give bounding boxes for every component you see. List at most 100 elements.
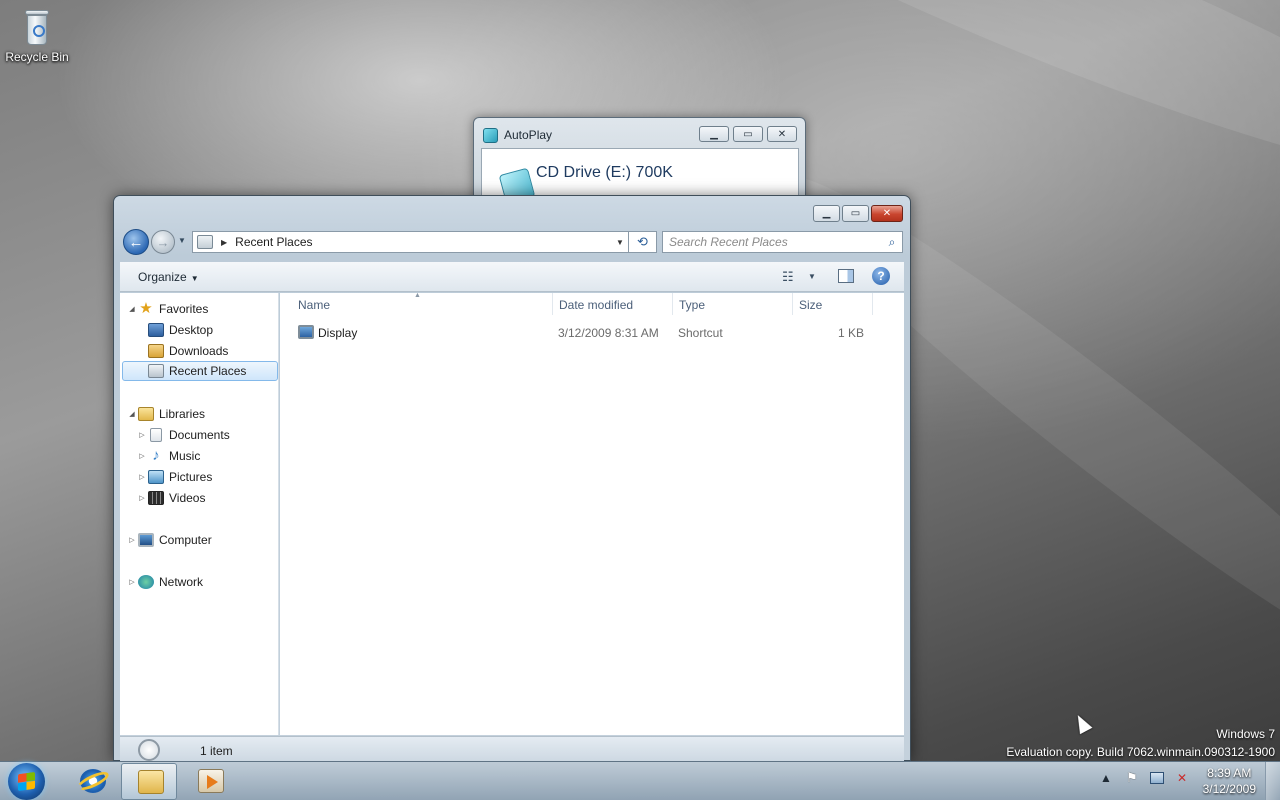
- network-status-icon[interactable]: [1150, 772, 1164, 784]
- documents-icon: [150, 428, 162, 442]
- column-divider[interactable]: [672, 293, 673, 315]
- column-header-name[interactable]: Name: [298, 298, 330, 312]
- column-divider[interactable]: [872, 293, 873, 315]
- refresh-button[interactable]: ⟲: [629, 231, 657, 253]
- nav-label: Videos: [169, 491, 206, 505]
- file-list: ▲ Name Date modified Type Size Display 3…: [280, 292, 904, 735]
- nav-label: Downloads: [169, 344, 229, 358]
- search-input[interactable]: [663, 232, 882, 252]
- autoplay-icon: [483, 128, 498, 143]
- nav-label: Documents: [169, 428, 230, 442]
- folder-icon: [138, 770, 164, 794]
- display-shortcut-icon: [298, 325, 314, 339]
- column-header-type[interactable]: Type: [679, 298, 705, 312]
- music-note-icon: ♪: [152, 447, 160, 464]
- close-button[interactable]: ✕: [767, 126, 797, 142]
- pictures-icon: [148, 470, 164, 484]
- expanded-arrow-icon[interactable]: ◢: [126, 410, 138, 418]
- nav-recent-places[interactable]: Recent Places: [122, 361, 278, 381]
- collapsed-arrow-icon[interactable]: ▷: [126, 578, 138, 586]
- windows-orb-icon: [18, 771, 35, 792]
- view-dropdown-icon[interactable]: ▼: [808, 272, 816, 281]
- taskbar: ▲ ⚑ ✕ 8:39 AM 3/12/2009: [0, 761, 1280, 800]
- autoplay-window[interactable]: AutoPlay ▁ ▭ ✕ CD Drive (E:) 700K: [473, 117, 806, 208]
- star-icon: ★: [139, 300, 153, 317]
- recycle-bin-shortcut[interactable]: Recycle Bin: [4, 6, 70, 64]
- file-type: Shortcut: [678, 326, 723, 340]
- address-dropdown-icon[interactable]: ▼: [612, 238, 628, 247]
- system-clock[interactable]: 8:39 AM 3/12/2009: [1203, 765, 1256, 797]
- column-divider[interactable]: [792, 293, 793, 315]
- minimize-button[interactable]: ▁: [699, 126, 729, 142]
- recent-places-icon: [148, 364, 164, 378]
- nav-computer[interactable]: ▷ Computer: [126, 530, 212, 550]
- minimize-button[interactable]: ▁: [813, 205, 840, 222]
- table-row[interactable]: Display 3/12/2009 8:31 AM Shortcut 1 KB: [280, 323, 904, 343]
- start-button[interactable]: [8, 763, 45, 800]
- autoplay-caption-buttons: ▁ ▭ ✕: [699, 126, 797, 142]
- action-center-flag-icon[interactable]: ⚑: [1124, 770, 1140, 786]
- taskbar-internet-explorer[interactable]: [64, 763, 120, 800]
- libraries-icon: [138, 407, 154, 421]
- nav-music[interactable]: ▷ ♪ Music: [136, 446, 200, 466]
- recycle-bin-label: Recycle Bin: [5, 50, 69, 64]
- mouse-pointer-icon: [1071, 711, 1093, 735]
- network-icon: [138, 575, 154, 589]
- recent-pages-dropdown[interactable]: ▼: [178, 236, 186, 245]
- search-icon[interactable]: ⌕: [882, 235, 902, 250]
- collapsed-arrow-icon[interactable]: ▷: [126, 536, 138, 544]
- breadcrumb-arrow-icon[interactable]: ▶: [221, 238, 227, 247]
- address-bar[interactable]: ▶ Recent Places ▼: [192, 231, 629, 253]
- collapsed-arrow-icon[interactable]: ▷: [136, 431, 148, 439]
- organize-label: Organize: [138, 270, 187, 284]
- clock-date: 3/12/2009: [1202, 782, 1256, 796]
- nav-label: Network: [159, 575, 204, 589]
- maximize-button[interactable]: ▭: [733, 126, 763, 142]
- explorer-window[interactable]: ▁ ▭ ✕ ← → ▼ ▶ Recent Places ▼ ⟲ ⌕ Organi…: [113, 195, 911, 762]
- status-bar: 1 item: [120, 736, 904, 762]
- taskbar-media-player[interactable]: [182, 763, 238, 800]
- back-button[interactable]: ←: [123, 229, 149, 255]
- column-header-date-modified[interactable]: Date modified: [559, 298, 633, 312]
- collapsed-arrow-icon[interactable]: ▷: [136, 452, 148, 460]
- show-hidden-icons-arrow-icon[interactable]: ▲: [1098, 770, 1114, 786]
- maximize-button[interactable]: ▭: [842, 205, 869, 222]
- volume-muted-icon[interactable]: ✕: [1174, 770, 1190, 786]
- nav-downloads[interactable]: Downloads: [148, 341, 228, 361]
- nav-label: Pictures: [169, 470, 213, 484]
- nav-libraries[interactable]: ◢ Libraries: [126, 404, 205, 424]
- change-view-icon[interactable]: ☷: [782, 269, 794, 285]
- nav-favorites[interactable]: ◢ ★ Favorites: [126, 299, 208, 319]
- sort-ascending-icon: ▲: [414, 292, 421, 299]
- nav-network[interactable]: ▷ Network: [126, 572, 203, 592]
- nav-videos[interactable]: ▷ Videos: [136, 488, 205, 508]
- nav-pictures[interactable]: ▷ Pictures: [136, 467, 212, 487]
- nav-documents[interactable]: ▷ Documents: [136, 425, 230, 445]
- column-headers: ▲ Name Date modified Type Size: [280, 292, 904, 315]
- collapsed-arrow-icon[interactable]: ▷: [136, 494, 148, 502]
- nav-label: Computer: [159, 533, 212, 547]
- chevron-down-icon: ▼: [190, 274, 199, 283]
- file-date: 3/12/2009 8:31 AM: [558, 326, 659, 340]
- column-header-size[interactable]: Size: [799, 298, 822, 312]
- collapsed-arrow-icon[interactable]: ▷: [136, 473, 148, 481]
- nav-desktop[interactable]: Desktop: [148, 320, 213, 340]
- nav-label: Music: [169, 449, 201, 463]
- recycle-bin-icon: [22, 8, 52, 48]
- column-divider[interactable]: [552, 293, 553, 315]
- expanded-arrow-icon[interactable]: ◢: [126, 305, 138, 313]
- breadcrumb[interactable]: Recent Places: [235, 235, 612, 249]
- taskbar-windows-explorer[interactable]: [121, 763, 177, 800]
- film-icon: [148, 491, 164, 505]
- forward-button[interactable]: →: [151, 230, 175, 254]
- nav-label: Favorites: [159, 302, 209, 316]
- show-desktop-button[interactable]: [1265, 762, 1280, 800]
- item-count: 1 item: [200, 744, 233, 758]
- media-player-icon: [198, 769, 224, 793]
- desktop-icon: [148, 323, 164, 337]
- preview-pane-icon[interactable]: [838, 269, 854, 283]
- close-button[interactable]: ✕: [871, 205, 903, 222]
- organize-button[interactable]: Organize ▼: [138, 270, 199, 284]
- help-icon[interactable]: ?: [872, 267, 890, 285]
- search-box[interactable]: ⌕: [662, 231, 903, 253]
